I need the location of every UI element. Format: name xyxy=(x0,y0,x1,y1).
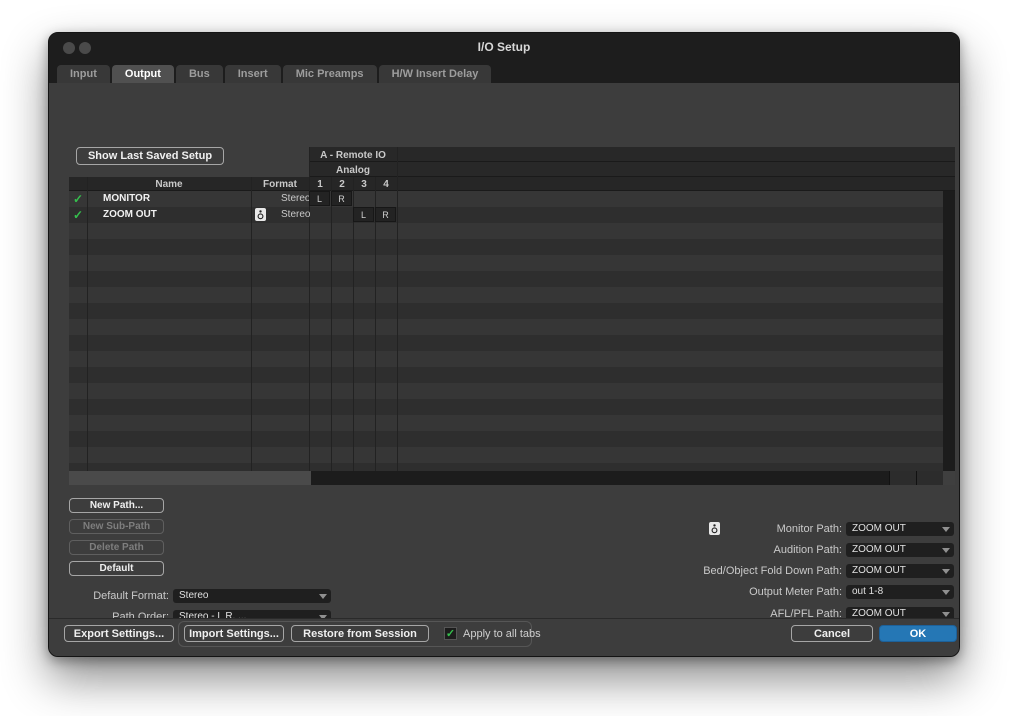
table-row[interactable]: ✓ MONITOR Stereo L R xyxy=(69,191,943,207)
path-name[interactable]: MONITOR xyxy=(103,191,150,207)
path-name[interactable]: ZOOM OUT xyxy=(103,207,157,223)
monitor-speaker-icon xyxy=(255,208,266,221)
scroll-left-button[interactable] xyxy=(889,471,916,485)
titlebar[interactable]: I/O Setup xyxy=(49,33,959,61)
dropdown-arrow-icon xyxy=(942,590,950,595)
output-meter-path-value: out 1-8 xyxy=(852,586,883,597)
output-meter-path-dropdown[interactable]: out 1-8 xyxy=(846,585,954,599)
channel-header-2: 2 xyxy=(331,179,353,190)
analog-group-header[interactable]: Analog xyxy=(309,165,397,176)
channel-assign-cell[interactable]: R xyxy=(375,207,396,222)
audition-path-label: Audition Path: xyxy=(624,543,842,557)
default-format-value: Stereo xyxy=(179,590,208,601)
audition-path-value: ZOOM OUT xyxy=(852,544,906,555)
channel-assign-cell[interactable] xyxy=(309,207,330,222)
window-title: I/O Setup xyxy=(49,40,959,54)
channel-assign-cell[interactable]: R xyxy=(331,191,352,206)
analog-group-band xyxy=(309,162,955,177)
tab-input[interactable]: Input xyxy=(57,65,110,83)
tab-bus[interactable]: Bus xyxy=(176,65,223,83)
tab-mic-preamps[interactable]: Mic Preamps xyxy=(283,65,377,83)
default-format-label: Default Format: xyxy=(69,589,169,603)
device-header-band xyxy=(309,147,955,162)
path-active-check-icon[interactable]: ✓ xyxy=(69,191,87,207)
new-path-button[interactable]: New Path... xyxy=(69,498,164,513)
channel-assign-cell[interactable] xyxy=(331,207,352,222)
import-settings-button[interactable]: Import Settings... xyxy=(184,625,284,642)
channel-assign-cell[interactable]: L xyxy=(353,207,374,222)
cancel-button[interactable]: Cancel xyxy=(791,625,873,642)
default-format-dropdown[interactable]: Stereo xyxy=(173,589,331,603)
dropdown-arrow-icon xyxy=(942,612,950,617)
output-meter-path-label: Output Meter Path: xyxy=(624,585,842,599)
monitor-path-value: ZOOM OUT xyxy=(852,523,906,534)
restore-from-session-button[interactable]: Restore from Session xyxy=(291,625,429,642)
scroll-right-button[interactable] xyxy=(916,471,943,485)
table-row[interactable]: ✓ ZOOM OUT Stereo L R xyxy=(69,207,943,223)
channel-assign-cell[interactable] xyxy=(353,191,374,206)
name-column-header[interactable]: Name xyxy=(87,179,251,190)
path-active-check-icon[interactable]: ✓ xyxy=(69,207,87,223)
dropdown-arrow-icon xyxy=(942,548,950,553)
channel-assign-cell[interactable]: L xyxy=(309,191,330,206)
dropdown-arrow-icon xyxy=(942,569,950,574)
export-settings-button[interactable]: Export Settings... xyxy=(64,625,174,642)
channel-header-1: 1 xyxy=(309,179,331,190)
tab-insert[interactable]: Insert xyxy=(225,65,281,83)
channel-header-3: 3 xyxy=(353,179,375,190)
dropdown-arrow-icon xyxy=(319,594,327,599)
scrollbar-corner xyxy=(943,471,955,485)
tab-hw-insert-delay[interactable]: H/W Insert Delay xyxy=(379,65,492,83)
fixed-columns-scroll-thumb[interactable] xyxy=(69,471,311,485)
ok-button[interactable]: OK xyxy=(879,625,957,642)
show-last-saved-setup-button[interactable]: Show Last Saved Setup xyxy=(76,147,224,165)
footer: Export Settings... Import Settings... Re… xyxy=(49,619,959,656)
format-column-header[interactable]: Format xyxy=(251,179,309,190)
path-format[interactable]: Stereo xyxy=(281,191,310,207)
bed-object-fold-down-path-label: Bed/Object Fold Down Path: xyxy=(624,564,842,578)
vertical-scrollbar[interactable] xyxy=(943,191,955,471)
horizontal-scrollbar[interactable] xyxy=(311,471,943,485)
io-setup-window: I/O Setup Input Output Bus Insert Mic Pr… xyxy=(48,32,960,657)
device-header[interactable]: A - Remote IO xyxy=(309,150,397,161)
channel-assign-cell[interactable] xyxy=(375,191,396,206)
delete-path-button: Delete Path xyxy=(69,540,164,555)
path-format[interactable]: Stereo xyxy=(281,207,310,223)
monitor-path-label: Monitor Path: xyxy=(624,522,842,536)
output-tab-content: A - Remote IO Analog Name Format 1 2 3 4… xyxy=(49,83,959,618)
apply-to-all-tabs-checkbox[interactable]: ✓ xyxy=(444,627,457,640)
new-sub-path-button: New Sub-Path xyxy=(69,519,164,534)
monitor-path-dropdown[interactable]: ZOOM OUT xyxy=(846,522,954,536)
apply-to-all-tabs-label[interactable]: Apply to all tabs xyxy=(463,627,541,641)
tab-output[interactable]: Output xyxy=(112,65,174,83)
default-button[interactable]: Default xyxy=(69,561,164,576)
channel-header-4: 4 xyxy=(375,179,397,190)
path-table-body[interactable] xyxy=(69,191,943,471)
bed-object-fold-down-path-value: ZOOM OUT xyxy=(852,565,906,576)
dropdown-arrow-icon xyxy=(942,527,950,532)
audition-path-dropdown[interactable]: ZOOM OUT xyxy=(846,543,954,557)
bed-object-fold-down-path-dropdown[interactable]: ZOOM OUT xyxy=(846,564,954,578)
tab-bar: Input Output Bus Insert Mic Preamps H/W … xyxy=(57,65,491,83)
